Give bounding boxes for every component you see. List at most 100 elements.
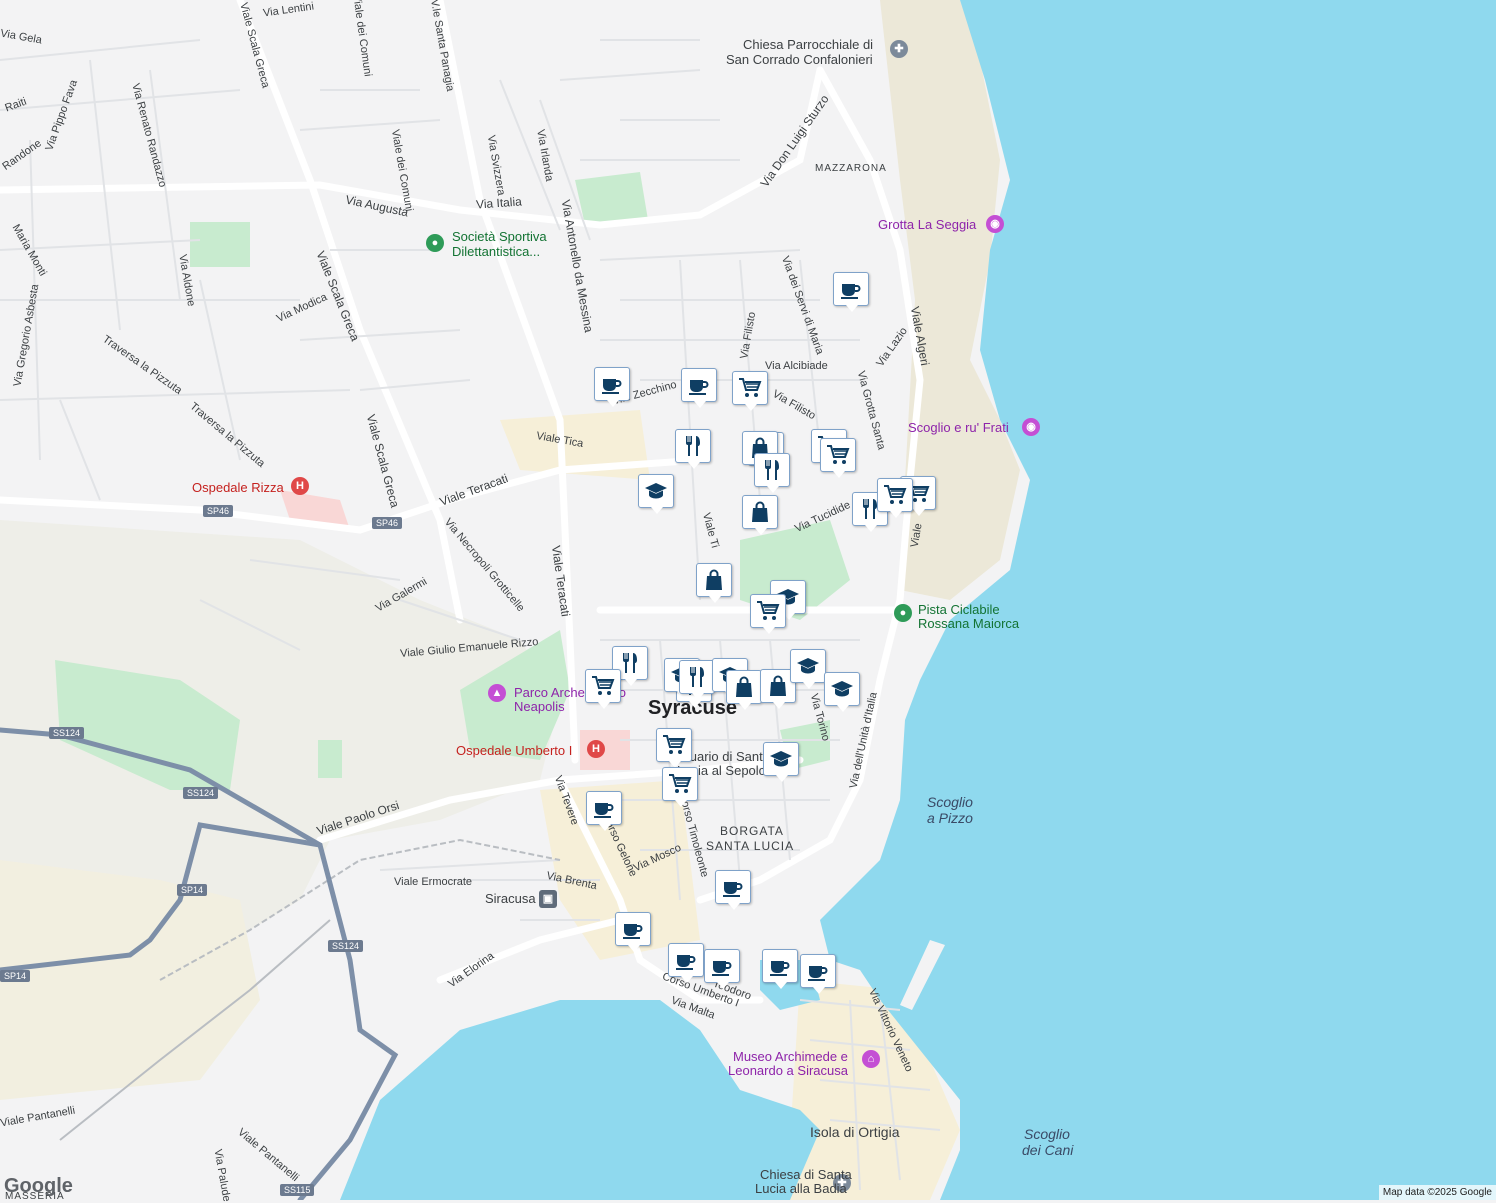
cart-marker[interactable] [820, 438, 856, 478]
cart-icon [662, 767, 698, 807]
cart-icon [877, 478, 913, 518]
water-label: a Pizzo [927, 810, 973, 826]
hospital-icon[interactable]: H [291, 477, 309, 495]
cafe-marker[interactable] [586, 791, 622, 831]
cart-marker[interactable] [732, 371, 768, 411]
road-shield: SP14 [0, 970, 31, 982]
road-shield: SS115 [280, 1184, 315, 1196]
education-marker[interactable] [763, 742, 799, 782]
cafe-icon [833, 272, 869, 312]
cafe-icon [681, 368, 717, 408]
cart-marker[interactable] [750, 594, 786, 634]
cafe-icon [668, 943, 704, 983]
cafe-icon [704, 949, 740, 989]
cafe-marker[interactable] [681, 368, 717, 408]
restaurant-marker[interactable] [675, 429, 711, 469]
restaurant-icon [754, 453, 790, 493]
education-icon [790, 649, 826, 689]
education-marker[interactable] [824, 672, 860, 712]
cafe-icon [762, 949, 798, 989]
restaurant-marker[interactable] [679, 660, 715, 700]
poi-label[interactable]: Chiesa Parrocchiale di [743, 38, 873, 51]
poi-label[interactable]: Ospedale Umberto I [456, 744, 572, 757]
cart-marker[interactable] [656, 728, 692, 768]
cafe-marker[interactable] [762, 949, 798, 989]
cart-icon [750, 594, 786, 634]
shop-icon [696, 563, 732, 603]
district-label: SANTA LUCIA [706, 839, 795, 853]
road-shield: SP14 [177, 884, 208, 896]
hospital-icon[interactable]: H [587, 740, 605, 758]
road-shield: SP46 [203, 505, 234, 517]
train-station-icon[interactable]: ▣ [539, 890, 557, 908]
cafe-marker[interactable] [800, 954, 836, 994]
shop-icon [742, 495, 778, 535]
poi-label[interactable]: Neapolis [514, 700, 565, 713]
park-area [190, 222, 250, 267]
cafe-icon [800, 954, 836, 994]
church-icon[interactable]: ✚ [890, 40, 908, 58]
poi-label[interactable]: Leonardo a Siracusa [728, 1064, 848, 1077]
park-icon[interactable]: ● [426, 234, 444, 252]
education-icon [763, 742, 799, 782]
cafe-marker[interactable] [715, 870, 751, 910]
poi-label[interactable]: Pista Ciclabile [918, 603, 1000, 616]
camera-icon[interactable]: ◉ [1022, 418, 1040, 436]
poi-label[interactable]: Dilettantistica... [452, 245, 540, 258]
park-icon[interactable]: ● [894, 604, 912, 622]
cart-marker[interactable] [662, 767, 698, 807]
map-attribution[interactable]: Map data ©2025 Google [1378, 1185, 1496, 1200]
street-label: Via Alcibiade [765, 360, 828, 372]
cafe-marker[interactable] [704, 949, 740, 989]
google-logo: Google [4, 1175, 73, 1197]
cafe-marker[interactable] [594, 367, 630, 407]
shop-marker[interactable] [696, 563, 732, 603]
cafe-marker[interactable] [833, 272, 869, 312]
shop-marker[interactable] [726, 670, 762, 710]
park-area [575, 172, 648, 225]
cafe-icon [615, 912, 651, 952]
poi-label[interactable]: Siracusa [485, 892, 536, 905]
education-marker[interactable] [638, 474, 674, 514]
cart-marker[interactable] [585, 669, 621, 709]
education-marker[interactable] [790, 649, 826, 689]
restaurant-marker[interactable] [754, 453, 790, 493]
cart-icon [732, 371, 768, 411]
road-shield: SS124 [49, 727, 85, 739]
cafe-marker[interactable] [668, 943, 704, 983]
poi-label[interactable]: Grotta La Seggia [878, 218, 976, 231]
street-label: Viale Ermocrate [394, 876, 473, 888]
poi-label[interactable]: Società Sportiva [452, 230, 547, 243]
restaurant-icon [679, 660, 715, 700]
road-shield: SS124 [183, 787, 219, 799]
poi-label[interactable]: Museo Archimede e [733, 1050, 848, 1063]
street-label: Via Italia [475, 194, 523, 212]
poi-label[interactable]: Ospedale Rizza [192, 481, 284, 494]
poi-label[interactable]: Scoglio e ru' Frati [908, 421, 1009, 434]
cafe-icon [715, 870, 751, 910]
district-label: MAZZARONA [815, 163, 887, 174]
map-canvas[interactable] [0, 0, 1496, 1200]
shop-icon [726, 670, 762, 710]
district-label: BORGATA [720, 824, 784, 838]
poi-label[interactable]: San Corrado Confalonieri [726, 53, 873, 66]
education-icon [638, 474, 674, 514]
cafe-icon [586, 791, 622, 831]
shop-marker[interactable] [742, 495, 778, 535]
cart-icon [820, 438, 856, 478]
poi-label[interactable]: Chiesa di Santa [760, 1168, 852, 1181]
cafe-icon [594, 367, 630, 407]
water-label: Scoglio [927, 794, 973, 810]
cafe-marker[interactable] [615, 912, 651, 952]
restaurant-icon [675, 429, 711, 469]
museum-icon[interactable]: ⌂ [862, 1050, 880, 1068]
road-shield: SP46 [372, 517, 403, 529]
poi-label[interactable]: Rossana Maiorca [918, 617, 1019, 630]
park-area [318, 740, 342, 778]
camera-icon[interactable]: ◉ [986, 215, 1004, 233]
poi-label[interactable]: Lucia alla Badia [755, 1182, 847, 1195]
monument-icon[interactable]: ▲ [488, 684, 506, 702]
water-label: dei Cani [1022, 1142, 1074, 1158]
cart-marker[interactable] [877, 478, 913, 518]
water-label: Scoglio [1024, 1126, 1070, 1142]
